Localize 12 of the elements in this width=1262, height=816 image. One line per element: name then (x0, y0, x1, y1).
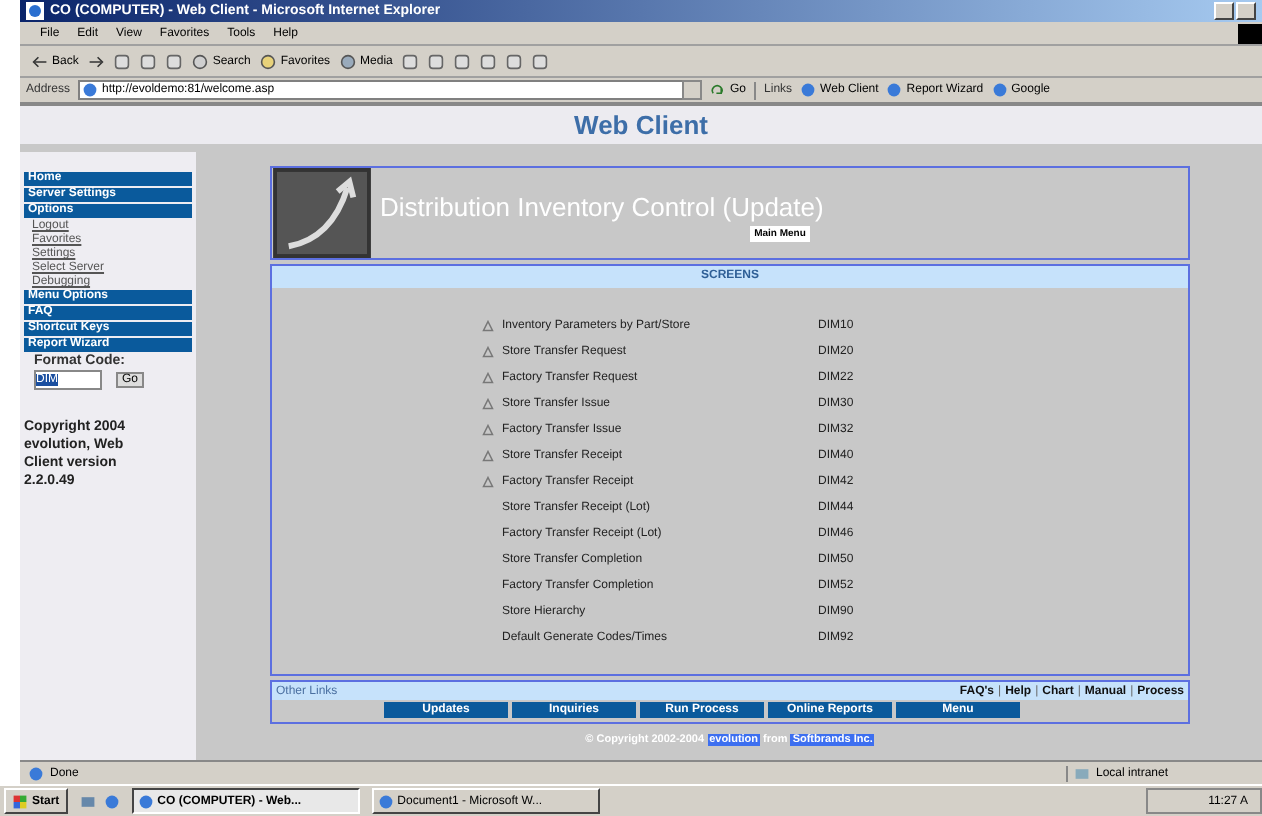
windows-flag-icon (12, 793, 28, 809)
maximize-button[interactable] (1236, 2, 1256, 20)
windows-logo (1238, 23, 1262, 43)
arrow-logo-icon (272, 168, 372, 258)
go-arrow-icon (710, 82, 727, 98)
arrow-icon (32, 53, 48, 69)
forward-button[interactable] (88, 53, 105, 69)
minimize-button[interactable] (1214, 2, 1234, 20)
dropdown-button[interactable] (682, 80, 703, 100)
page-header: Web Client (20, 106, 1262, 152)
desktop-icon[interactable] (79, 793, 96, 809)
arrow-icon (88, 53, 105, 69)
